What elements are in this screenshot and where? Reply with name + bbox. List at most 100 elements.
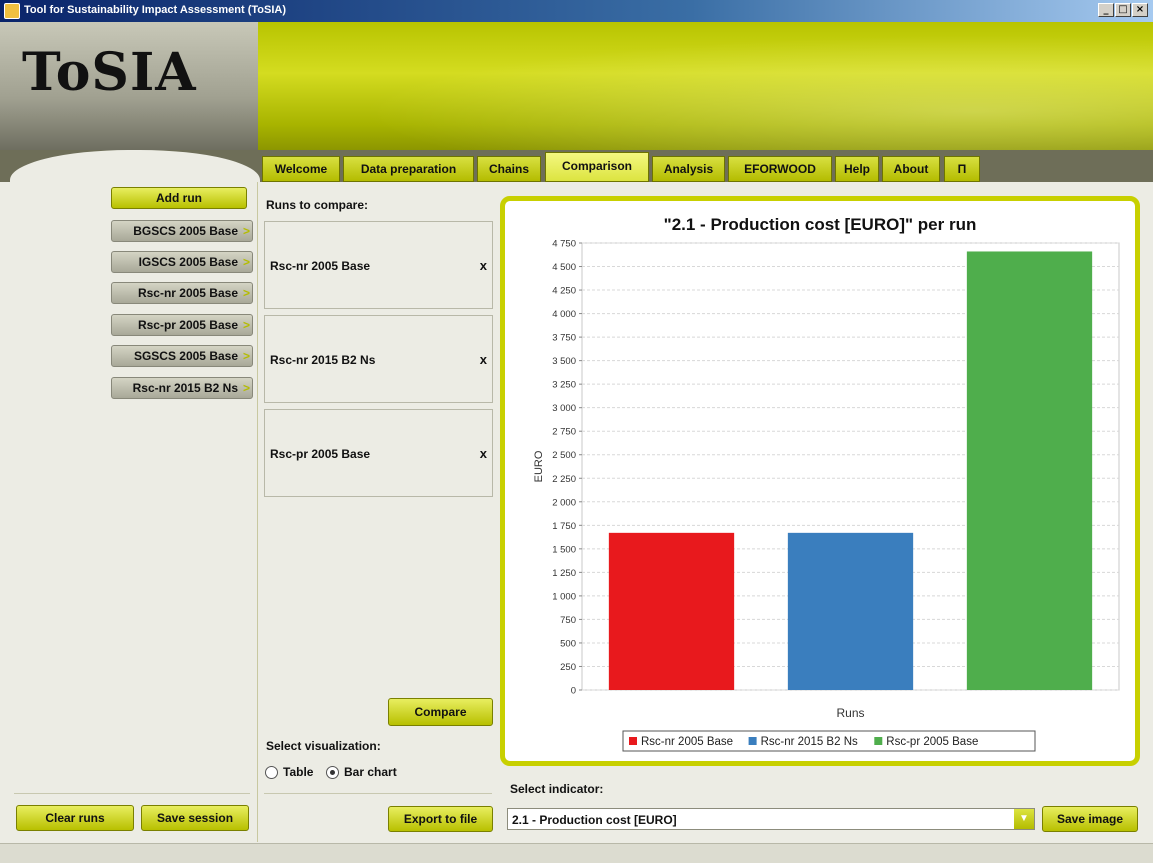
y-tick-label: 4 250 [552, 286, 576, 297]
run-item-label: Rsc-nr 2005 Base [137, 286, 238, 300]
header-banner: ToSIA [0, 22, 1153, 150]
select-visualization-label: Select visualization: [266, 739, 381, 753]
bar-chart-radio-label: Bar chart [344, 765, 397, 779]
java-app-icon [4, 3, 20, 19]
legend-label: Rsc-pr 2005 Base [886, 736, 978, 748]
y-tick-label: 0 [571, 686, 576, 697]
y-tick-label: 4 750 [552, 239, 576, 250]
table-radio[interactable] [265, 766, 278, 779]
compare-divider [264, 793, 492, 794]
y-tick-label: 4 000 [552, 309, 576, 320]
chevron-right-icon: > [242, 224, 250, 238]
compare-run-label: Rsc-nr 2015 B2 Ns [270, 353, 376, 367]
indicator-select-value: 2.1 - Production cost [EURO] [512, 813, 677, 827]
compare-run-box: Rsc-nr 2015 B2 Ns x [264, 315, 493, 403]
compare-button[interactable]: Compare [388, 698, 493, 726]
compare-run-box: Rsc-nr 2005 Base x [264, 221, 493, 309]
x-axis-label: Runs [836, 706, 864, 720]
tab-help[interactable]: Help [835, 156, 879, 182]
y-tick-label: 500 [560, 638, 576, 649]
tab-about[interactable]: About [882, 156, 940, 182]
y-tick-label: 3 250 [552, 380, 576, 391]
window-title: Tool for Sustainability Impact Assessmen… [24, 4, 287, 16]
maximize-button[interactable]: □ [1115, 3, 1131, 17]
y-tick-label: 1 750 [552, 521, 576, 532]
legend-swatch [874, 737, 883, 745]
legend-label: Rsc-nr 2015 B2 Ns [761, 736, 858, 748]
tab-strip-left-cap [0, 150, 260, 190]
y-tick-label: 2 000 [552, 497, 576, 508]
tab-pi[interactable]: Π [944, 156, 980, 182]
run-item[interactable]: BGSCS 2005 Base > [111, 220, 253, 242]
logo-panel: ToSIA [0, 22, 258, 150]
remove-run-icon[interactable]: x [480, 258, 487, 273]
compare-run-box: Rsc-pr 2005 Base x [264, 409, 493, 497]
run-item[interactable]: Rsc-nr 2015 B2 Ns > [111, 377, 253, 399]
bar-chart-radio[interactable] [326, 766, 339, 779]
run-item-label: SGSCS 2005 Base [133, 349, 238, 363]
save-session-button[interactable]: Save session [141, 805, 249, 831]
bar [787, 532, 914, 690]
runs-to-compare-heading: Runs to compare: [266, 198, 369, 212]
chevron-right-icon: > [242, 318, 250, 332]
tab-strip: Welcome Data preparation Chains Comparis… [0, 150, 1153, 190]
bar-chart: 0 250 500 750 1 000 1 250 1 500 1 750 2 000 2 250… [533, 239, 1120, 752]
minimize-button[interactable]: _ [1098, 3, 1114, 17]
chevron-right-icon: > [242, 349, 250, 363]
run-item-label: IGSCS 2005 Base [138, 255, 238, 269]
y-tick-label: 2 750 [552, 427, 576, 438]
legend-swatch [748, 737, 757, 745]
y-tick-label: 3 000 [552, 403, 576, 414]
select-indicator-label: Select indicator: [510, 782, 604, 796]
status-bar [0, 843, 1153, 863]
indicator-select[interactable]: 2.1 - Production cost [EURO] ▼ [507, 808, 1035, 830]
sidebar-divider [14, 793, 250, 794]
tab-welcome[interactable]: Welcome [262, 156, 340, 182]
compare-run-label: Rsc-nr 2005 Base [270, 259, 371, 273]
y-tick-label: 250 [560, 662, 576, 673]
remove-run-icon[interactable]: x [480, 352, 487, 367]
y-tick-label: 2 500 [552, 450, 576, 461]
tab-chains[interactable]: Chains [477, 156, 541, 182]
y-axis-label: EURO [533, 450, 545, 482]
y-tick-label: 2 250 [552, 474, 576, 485]
y-tick-label: 1 500 [552, 544, 576, 555]
save-image-button[interactable]: Save image [1042, 806, 1138, 832]
legend-label: Rsc-nr 2005 Base [641, 736, 733, 748]
bar [966, 251, 1093, 690]
remove-run-icon[interactable]: x [480, 446, 487, 461]
tab-data-preparation[interactable]: Data preparation [343, 156, 474, 182]
y-tick-label: 1 000 [552, 591, 576, 602]
tab-analysis[interactable]: Analysis [652, 156, 725, 182]
y-tick-label: 3 750 [552, 333, 576, 344]
run-item[interactable]: Rsc-nr 2005 Base > [111, 282, 253, 304]
chevron-down-icon[interactable]: ▼ [1014, 809, 1034, 829]
clear-runs-button[interactable]: Clear runs [16, 805, 134, 831]
chevron-right-icon: > [242, 381, 250, 395]
y-tick-label: 1 250 [552, 568, 576, 579]
export-to-file-button[interactable]: Export to file [388, 806, 493, 832]
chevron-right-icon: > [242, 255, 250, 269]
sidebar-separator [257, 182, 258, 842]
close-button[interactable]: × [1132, 3, 1148, 17]
y-tick-label: 3 500 [552, 356, 576, 367]
tosia-logo: ToSIA [22, 42, 197, 103]
tab-comparison[interactable]: Comparison [545, 152, 649, 182]
run-item[interactable]: Rsc-pr 2005 Base > [111, 314, 253, 336]
chart-panel: "2.1 - Production cost [EURO]" per run 0… [500, 196, 1140, 766]
bar [608, 532, 735, 690]
tab-eforwood[interactable]: EFORWOOD [728, 156, 832, 182]
run-item-label: Rsc-nr 2015 B2 Ns [132, 381, 238, 395]
y-tick-label: 4 500 [552, 262, 576, 273]
window-titlebar: Tool for Sustainability Impact Assessmen… [0, 0, 1153, 22]
compare-run-label: Rsc-pr 2005 Base [270, 447, 371, 461]
y-tick-label: 750 [560, 615, 576, 626]
run-item-label: BGSCS 2005 Base [133, 224, 238, 238]
run-item[interactable]: SGSCS 2005 Base > [111, 345, 253, 367]
run-item-label: Rsc-pr 2005 Base [137, 318, 238, 332]
chevron-right-icon: > [242, 286, 250, 300]
add-run-button[interactable]: Add run [111, 187, 247, 209]
table-radio-label: Table [283, 765, 314, 779]
run-item[interactable]: IGSCS 2005 Base > [111, 251, 253, 273]
header-decoration [258, 22, 1153, 150]
